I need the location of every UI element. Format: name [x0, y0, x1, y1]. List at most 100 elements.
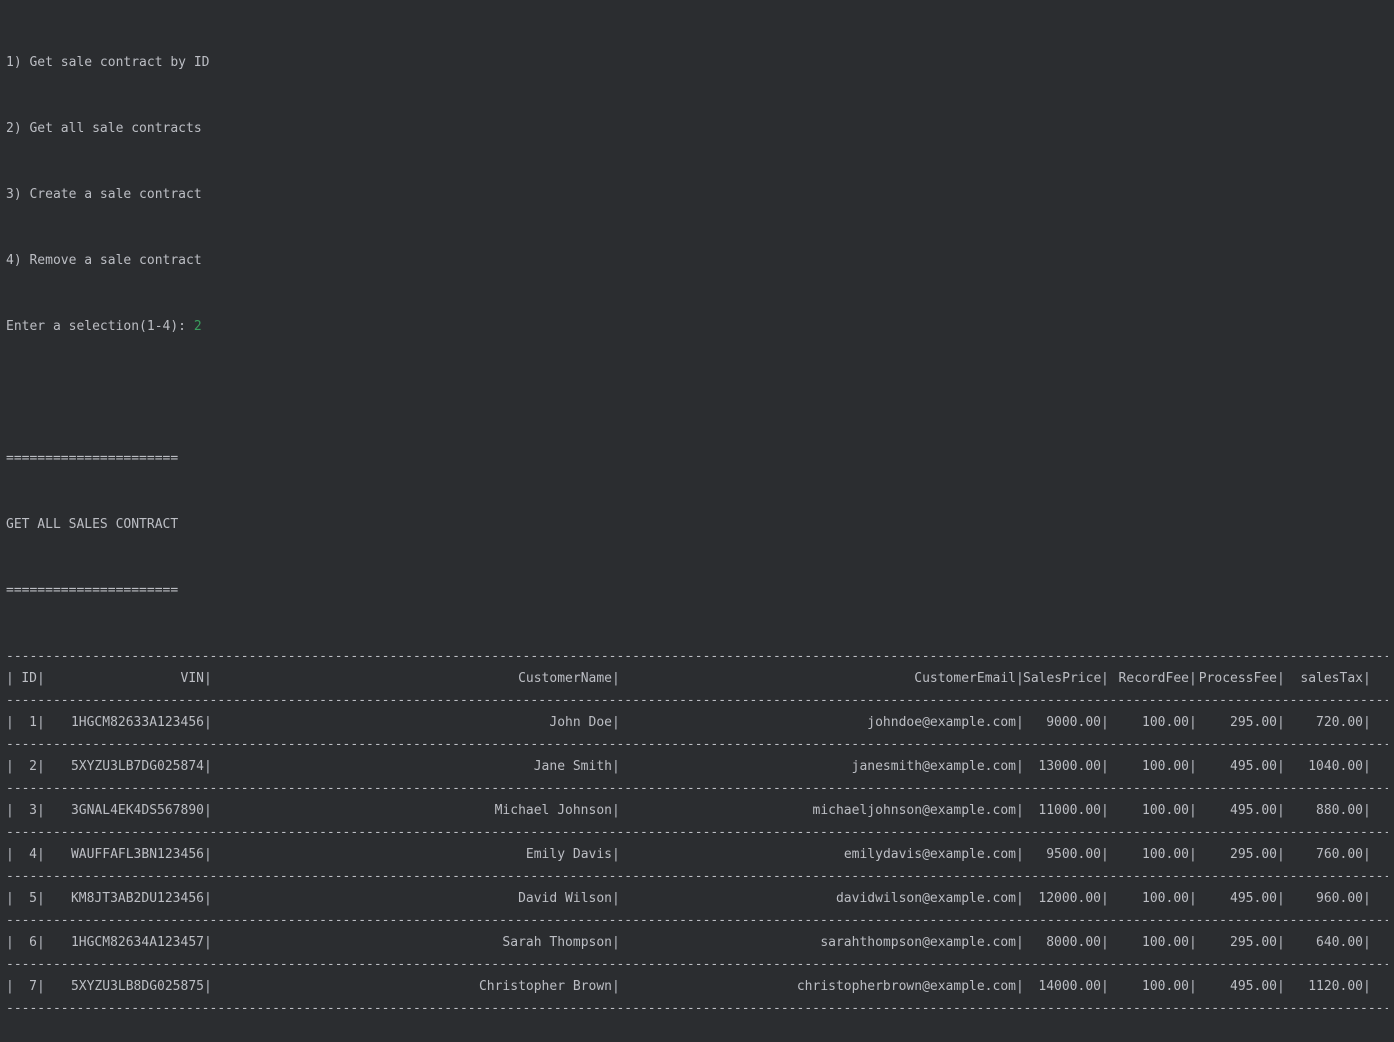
column-divider: | [612, 979, 620, 994]
cell-sales-price: 9000.00 [1046, 715, 1101, 730]
column-divider: | [612, 671, 620, 686]
cell-sales-price: 14000.00 [1038, 979, 1101, 994]
column-divider: | [37, 935, 45, 950]
cell-sales-tax: 640.00 [1316, 935, 1363, 950]
cell-record-fee: 100.00 [1142, 803, 1189, 818]
column-divider: | [1363, 671, 1371, 686]
column-divider: | [6, 759, 14, 774]
cell-sales-tax: 1040.00 [1308, 759, 1363, 774]
cell-customer-email: emilydavis@example.com [843, 847, 1016, 862]
column-divider: | [204, 759, 212, 774]
column-divider: | [6, 803, 14, 818]
table-separator: ----------------------------------------… [6, 649, 1388, 664]
cell-sales-price: 11000.00 [1038, 803, 1101, 818]
header-customer-email: CustomerEmail [914, 671, 1016, 686]
column-divider: | [1016, 847, 1024, 862]
cell-customer-email: christopherbrown@example.com [796, 979, 1016, 994]
menu-item-2: 2) Get all sale contracts [6, 121, 202, 136]
cell-process-fee: 495.00 [1230, 979, 1277, 994]
column-divider: | [1363, 715, 1371, 730]
column-divider: | [1277, 671, 1285, 686]
column-divider: | [204, 979, 212, 994]
cell-id: 2 [29, 759, 37, 774]
column-divider: | [1101, 715, 1109, 730]
column-divider: | [1277, 979, 1285, 994]
cell-vin: 5XYZU3LB8DG025875 [70, 979, 204, 994]
column-divider: | [1363, 759, 1371, 774]
table-header-row: | ID | VIN | CustomerName | CustomerEmail | Sales… [6, 668, 1388, 690]
column-divider: | [1277, 891, 1285, 906]
cell-customer-email: davidwilson@example.com [835, 891, 1016, 906]
cell-record-fee: 100.00 [1142, 935, 1189, 950]
column-divider: | [1016, 671, 1024, 686]
header-vin: VIN [180, 671, 204, 686]
cell-sales-price: 13000.00 [1038, 759, 1101, 774]
cell-id: 3 [29, 803, 37, 818]
column-divider: | [37, 671, 45, 686]
column-divider: | [1277, 759, 1285, 774]
cell-sales-tax: 720.00 [1316, 715, 1363, 730]
column-divider: | [37, 759, 45, 774]
column-divider: | [1016, 891, 1024, 906]
cell-customer-name: Michael Johnson [494, 803, 612, 818]
column-divider: | [1189, 671, 1197, 686]
column-divider: | [1016, 935, 1024, 950]
cell-customer-name: John Doe [549, 715, 612, 730]
cell-customer-name: Sarah Thompson [502, 935, 612, 950]
table-row: | 7 | 5XYZU3LB8DG025875 | Christopher Brown | c… [6, 976, 1388, 998]
cell-process-fee: 495.00 [1230, 803, 1277, 818]
column-divider: | [1189, 935, 1197, 950]
column-divider: | [37, 803, 45, 818]
cell-customer-name: David Wilson [518, 891, 612, 906]
column-divider: | [1189, 715, 1197, 730]
column-divider: | [1363, 979, 1371, 994]
column-divider: | [1277, 935, 1285, 950]
table-separator: ----------------------------------------… [6, 693, 1388, 708]
cell-vin: 3GNAL4EK4DS567890 [70, 803, 204, 818]
cell-vin: WAUFFAFL3BN123456 [70, 847, 204, 862]
cell-id: 6 [29, 935, 37, 950]
column-divider: | [6, 671, 14, 686]
table-separator: ----------------------------------------… [6, 957, 1388, 972]
cell-sales-tax: 1120.00 [1308, 979, 1363, 994]
column-divider: | [1189, 847, 1197, 862]
column-divider: | [1016, 979, 1024, 994]
column-divider: | [1101, 979, 1109, 994]
cell-customer-name: Jane Smith [533, 759, 612, 774]
column-divider: | [1016, 759, 1024, 774]
header-process-fee: ProcessFee [1198, 671, 1277, 686]
table-separator: ----------------------------------------… [6, 781, 1388, 796]
column-divider: | [612, 759, 620, 774]
cell-sales-price: 9500.00 [1046, 847, 1101, 862]
table-separator: ----------------------------------------… [6, 825, 1388, 840]
column-divider: | [204, 671, 212, 686]
table-separator: ----------------------------------------… [6, 1001, 1388, 1016]
column-divider: | [1363, 847, 1371, 862]
contracts-table: ----------------------------------------… [6, 646, 1394, 1020]
header-id: ID [21, 671, 37, 686]
selection-input[interactable]: 2 [194, 319, 202, 334]
column-divider: | [1101, 759, 1109, 774]
column-divider: | [204, 891, 212, 906]
column-divider: | [1363, 891, 1371, 906]
column-divider: | [1016, 803, 1024, 818]
cell-sales-tax: 760.00 [1316, 847, 1363, 862]
table-row: | 3 | 3GNAL4EK4DS567890 | Michael Johnson | mic… [6, 800, 1388, 822]
column-divider: | [6, 935, 14, 950]
cell-vin: 1HGCM82634A123457 [70, 935, 204, 950]
cell-record-fee: 100.00 [1142, 891, 1189, 906]
cell-process-fee: 495.00 [1230, 759, 1277, 774]
header-sales-price: SalesPrice [1023, 671, 1102, 686]
column-divider: | [1363, 935, 1371, 950]
cell-customer-email: janesmith@example.com [851, 759, 1016, 774]
cell-vin: KM8JT3AB2DU123456 [70, 891, 204, 906]
cell-process-fee: 295.00 [1230, 935, 1277, 950]
column-divider: | [204, 715, 212, 730]
column-divider: | [612, 803, 620, 818]
column-divider: | [204, 803, 212, 818]
column-divider: | [1189, 803, 1197, 818]
column-divider: | [204, 935, 212, 950]
column-divider: | [612, 891, 620, 906]
table-separator: ----------------------------------------… [6, 913, 1388, 928]
